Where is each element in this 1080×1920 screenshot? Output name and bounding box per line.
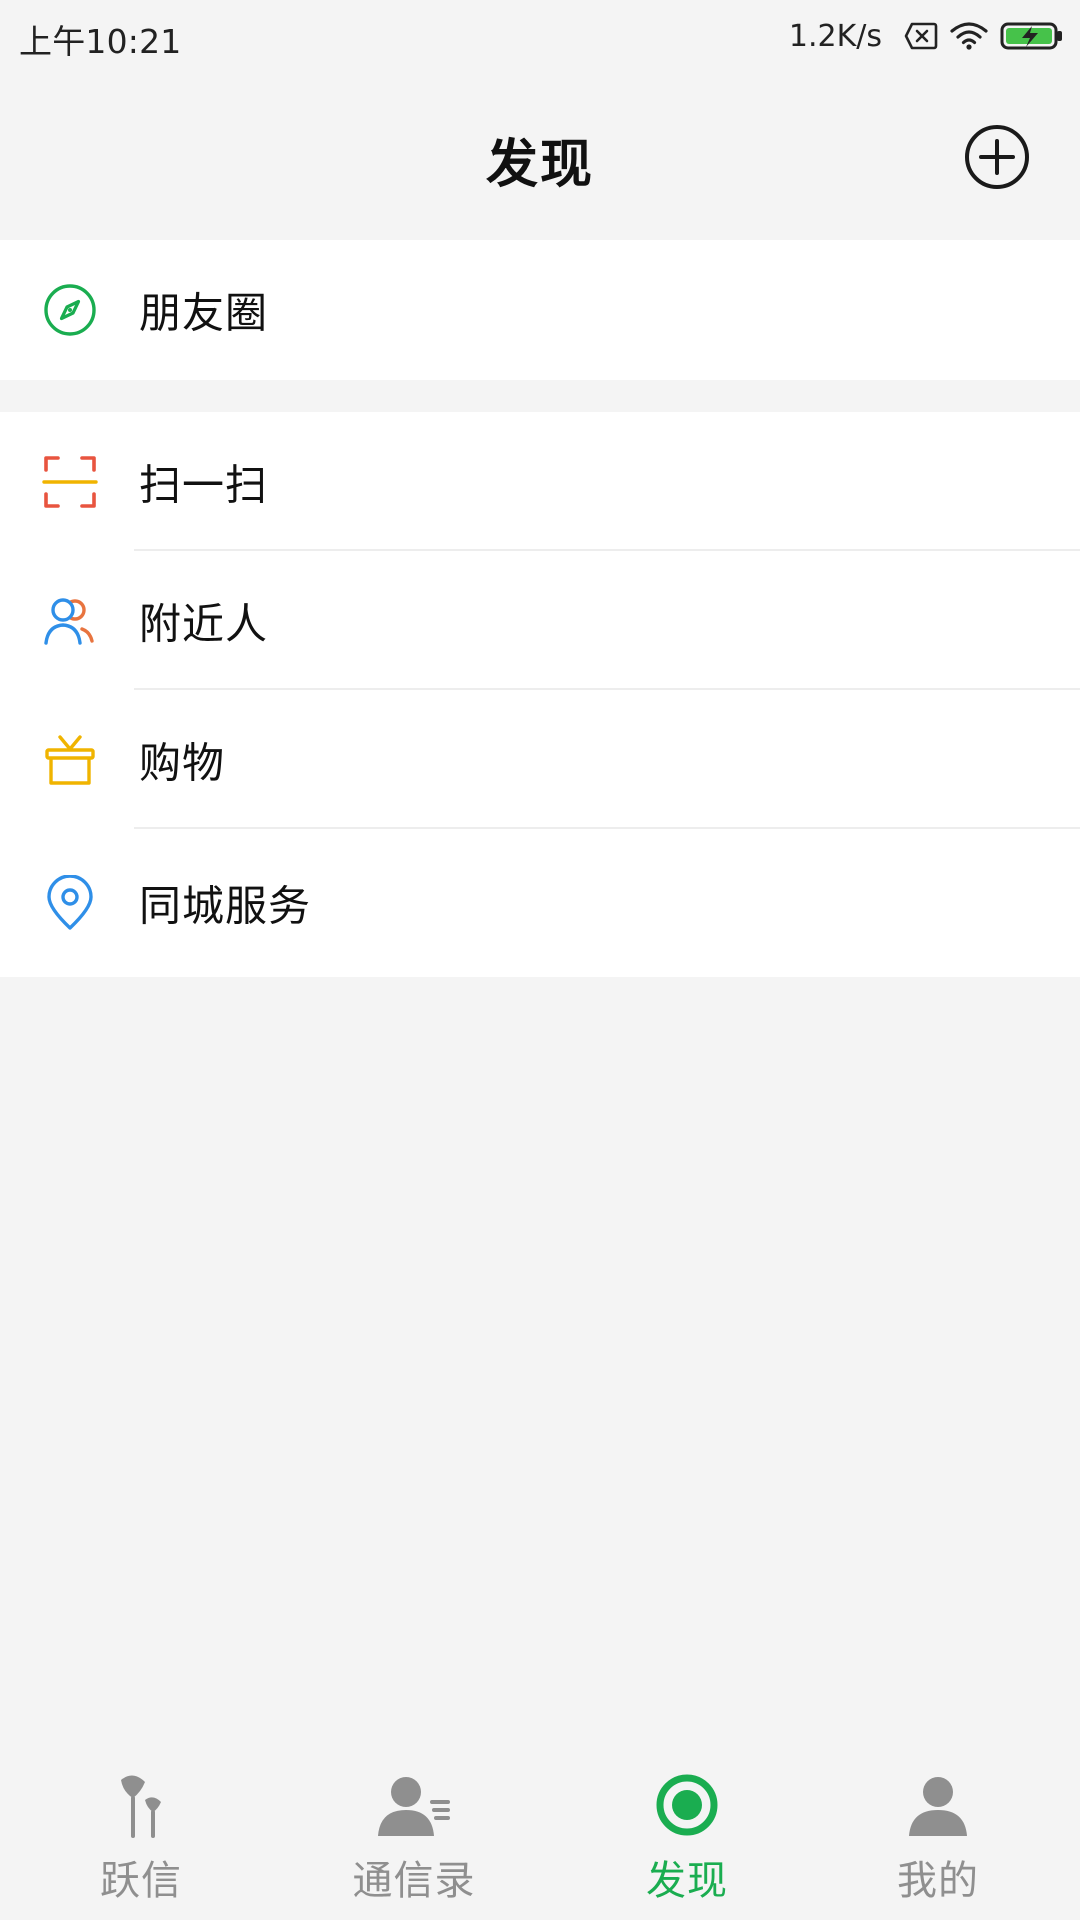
tab-label: 跃信 [100,1858,182,1904]
menu-item-label: 扫一扫 [139,460,269,509]
scan-icon [42,454,98,510]
sim-error-icon [904,22,938,50]
menu-item-local-services[interactable]: 同城服务 [0,829,1080,977]
menu-item-shopping[interactable]: 购物 [0,690,1080,829]
tab-discover[interactable]: 发现 [587,1762,787,1920]
menu-group-tools: 扫一扫 附近人 购物 同城服务 [0,412,1080,977]
tab-contacts[interactable]: 通信录 [314,1762,514,1920]
tab-profile[interactable]: 我的 [838,1762,1038,1920]
menu-item-scan[interactable]: 扫一扫 [0,412,1080,551]
menu-item-label: 购物 [139,738,226,787]
compass-icon [42,282,98,338]
menu-group-moments: 朋友圈 [0,240,1080,380]
tab-chats[interactable]: 跃信 [41,1762,241,1920]
page-title: 发现 [485,135,594,195]
location-pin-icon [42,875,98,931]
discover-icon [654,1772,720,1838]
contacts-icon [376,1772,452,1838]
menu-item-label: 附近人 [139,599,269,648]
people-nearby-icon [42,593,98,649]
plus-circle-icon [965,125,1029,189]
network-speed: 1.2K/s [788,18,882,54]
tab-label: 通信录 [352,1858,476,1904]
app-header: 发现 [0,74,1080,240]
status-time: 上午10:21 [19,22,182,61]
wifi-icon [950,21,988,51]
add-button[interactable] [964,124,1030,190]
menu-item-label: 同城服务 [139,881,312,931]
status-bar: 上午10:21 1.2K/s [0,0,1080,74]
shopping-icon [42,732,98,788]
tab-label: 发现 [646,1858,728,1904]
chat-app-icon [111,1772,171,1838]
profile-icon [907,1772,969,1838]
discover-screen: 上午10:21 1.2K/s 发现 朋友圈 扫一扫 附近人 购物 同城服务 跃信… [0,0,1080,1920]
battery-charging-icon [1000,21,1064,51]
menu-item-moments[interactable]: 朋友圈 [0,240,1080,380]
menu-item-label: 朋友圈 [139,288,269,338]
menu-item-people-nearby[interactable]: 附近人 [0,551,1080,690]
tab-label: 我的 [897,1858,979,1904]
status-icons: 1.2K/s [789,16,1064,56]
bottom-tab-bar: 跃信 通信录 发现 我的 [0,1762,1080,1920]
